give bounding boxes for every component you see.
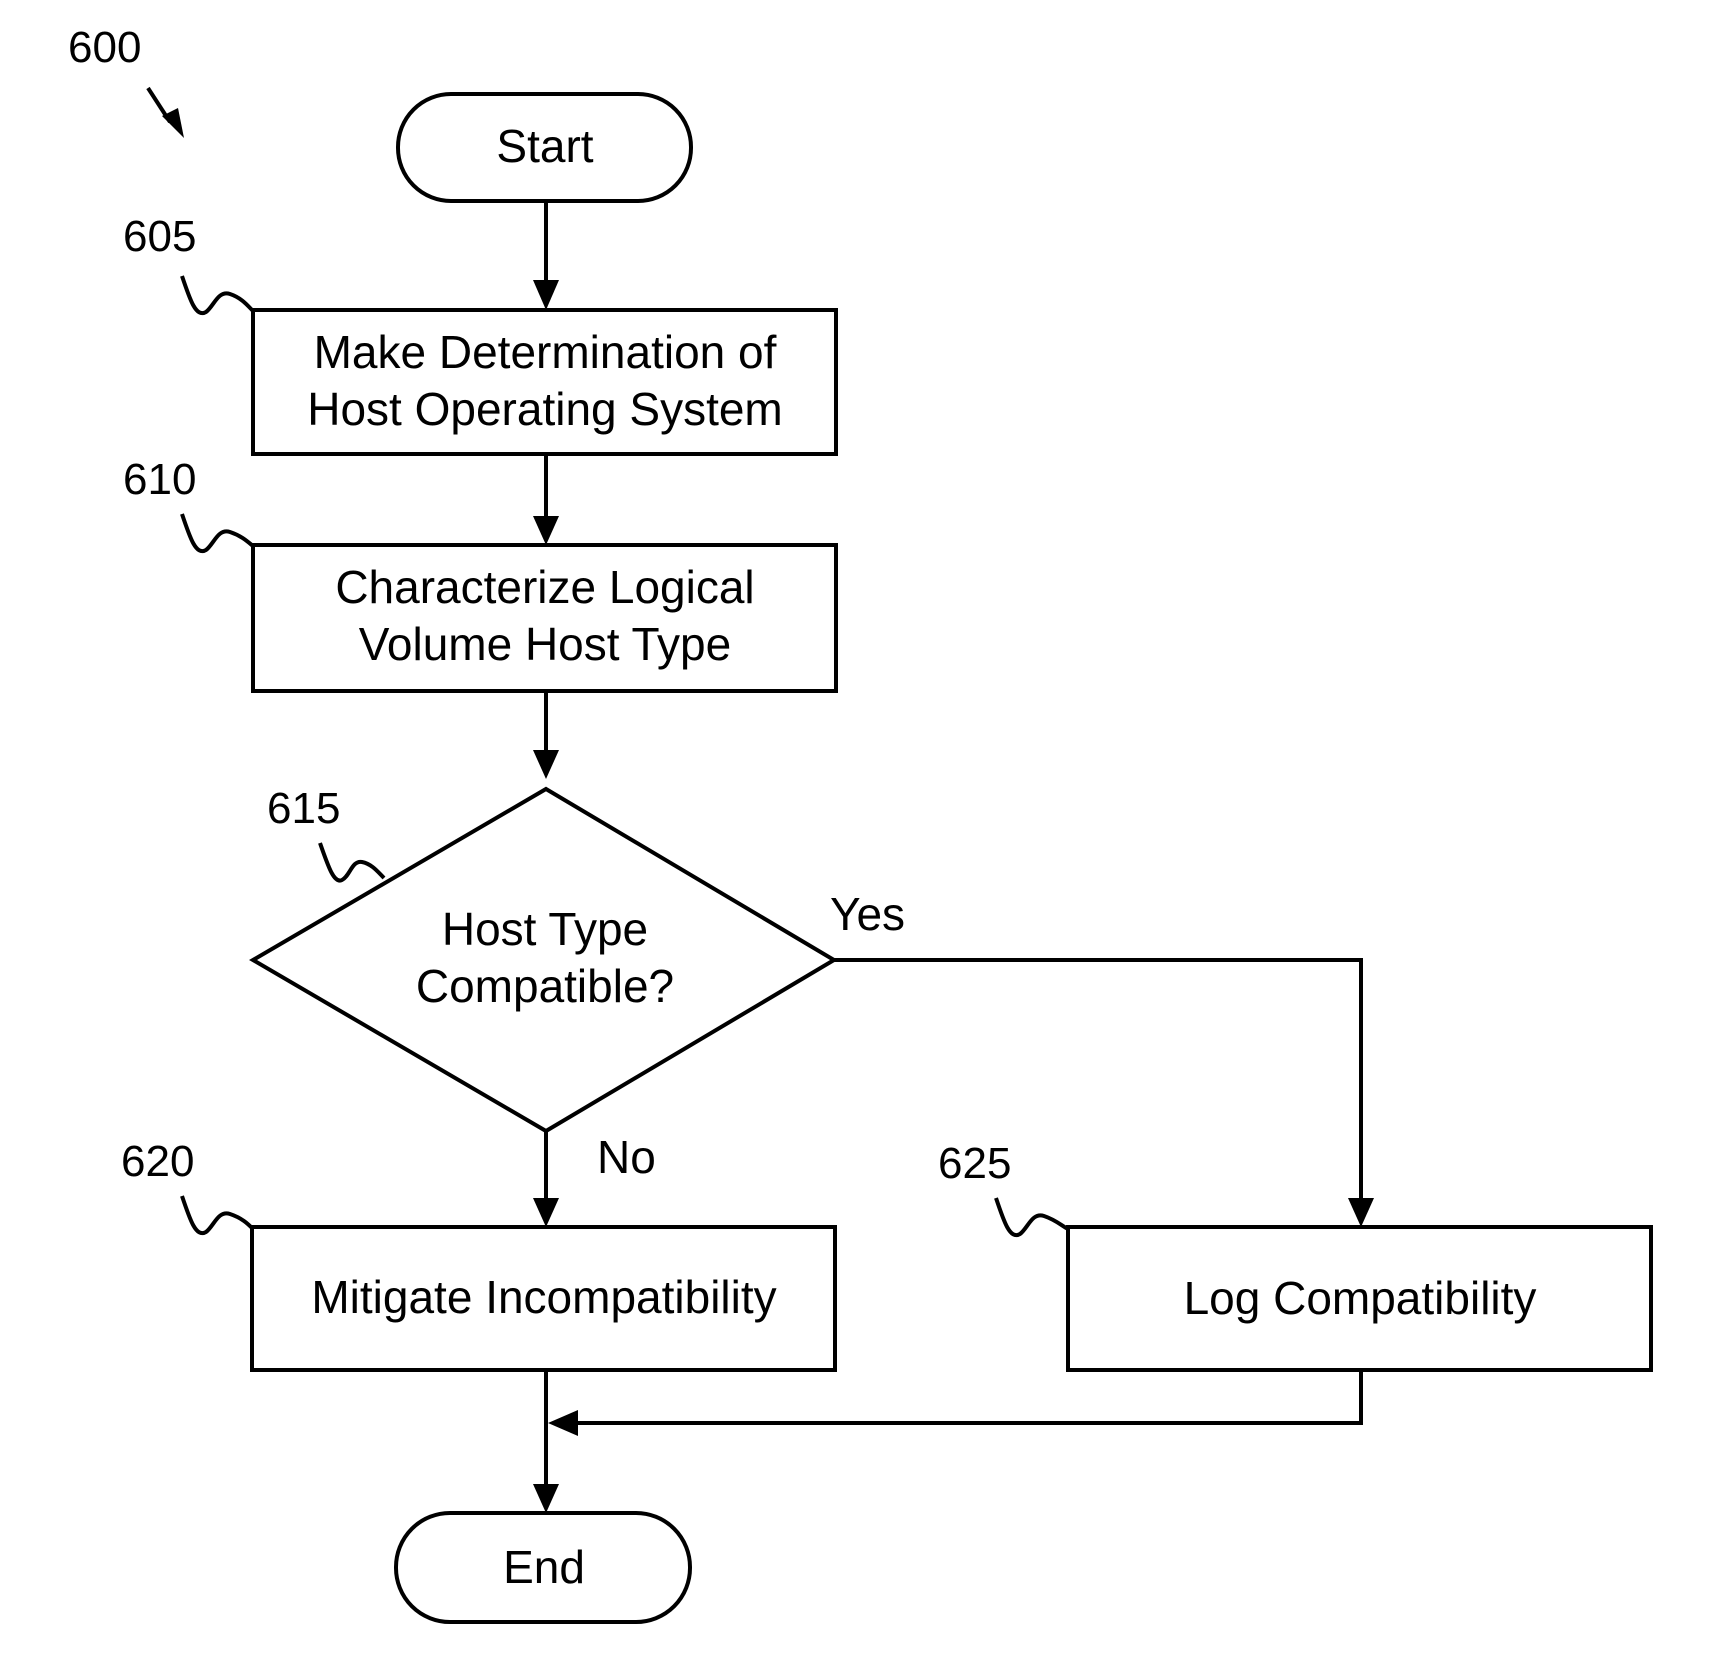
arrow-start-to-605 [533,201,559,310]
process-box-610: Characterize Logical Volume Host Type [251,543,838,693]
box-620-line-1: Mitigate Incompatibility [311,1271,776,1323]
decision-615-line-1: Host Type [442,903,648,955]
arrow-605-to-610 [533,454,559,545]
box-625-line-1: Log Compatibility [1184,1272,1537,1324]
figure-ref-label: 600 [68,23,141,72]
ref-605: 605 [123,212,196,261]
process-box-620: Mitigate Incompatibility [250,1225,837,1372]
flowchart: 600 Start 605 Make Determination of Host… [68,23,1653,1624]
process-box-625: Log Compatibility [1066,1225,1653,1372]
start-label: Start [496,120,593,172]
leader-620 [180,1195,254,1236]
end-label: End [503,1541,585,1593]
end-terminator: End [394,1511,692,1624]
arrow-610-to-615 [533,691,559,779]
figure-ref-arrow [146,86,184,138]
arrow-620-to-end [533,1370,559,1513]
arrow-yes-to-625 [834,958,1374,1227]
box-605-line-2: Host Operating System [307,383,783,435]
ref-615: 615 [267,784,340,833]
arrow-no-to-620 [533,1131,559,1227]
process-box-605: Make Determination of Host Operating Sys… [251,308,838,456]
leader-610 [180,513,255,554]
leader-625 [994,1197,1069,1238]
leader-615 [318,842,386,883]
yes-label: Yes [830,888,905,940]
decision-diamond-615: Host Type Compatible? [249,786,838,1134]
arrow-625-to-merge [548,1370,1363,1436]
box-610-line-1: Characterize Logical [335,561,754,613]
ref-625: 625 [938,1139,1011,1188]
leader-605 [180,275,255,316]
decision-615-line-2: Compatible? [416,960,674,1012]
no-label: No [597,1131,656,1183]
box-610-line-2: Volume Host Type [359,618,731,670]
ref-610: 610 [123,455,196,504]
start-terminator: Start [396,92,693,203]
ref-620: 620 [121,1137,194,1186]
box-605-line-1: Make Determination of [314,326,777,378]
